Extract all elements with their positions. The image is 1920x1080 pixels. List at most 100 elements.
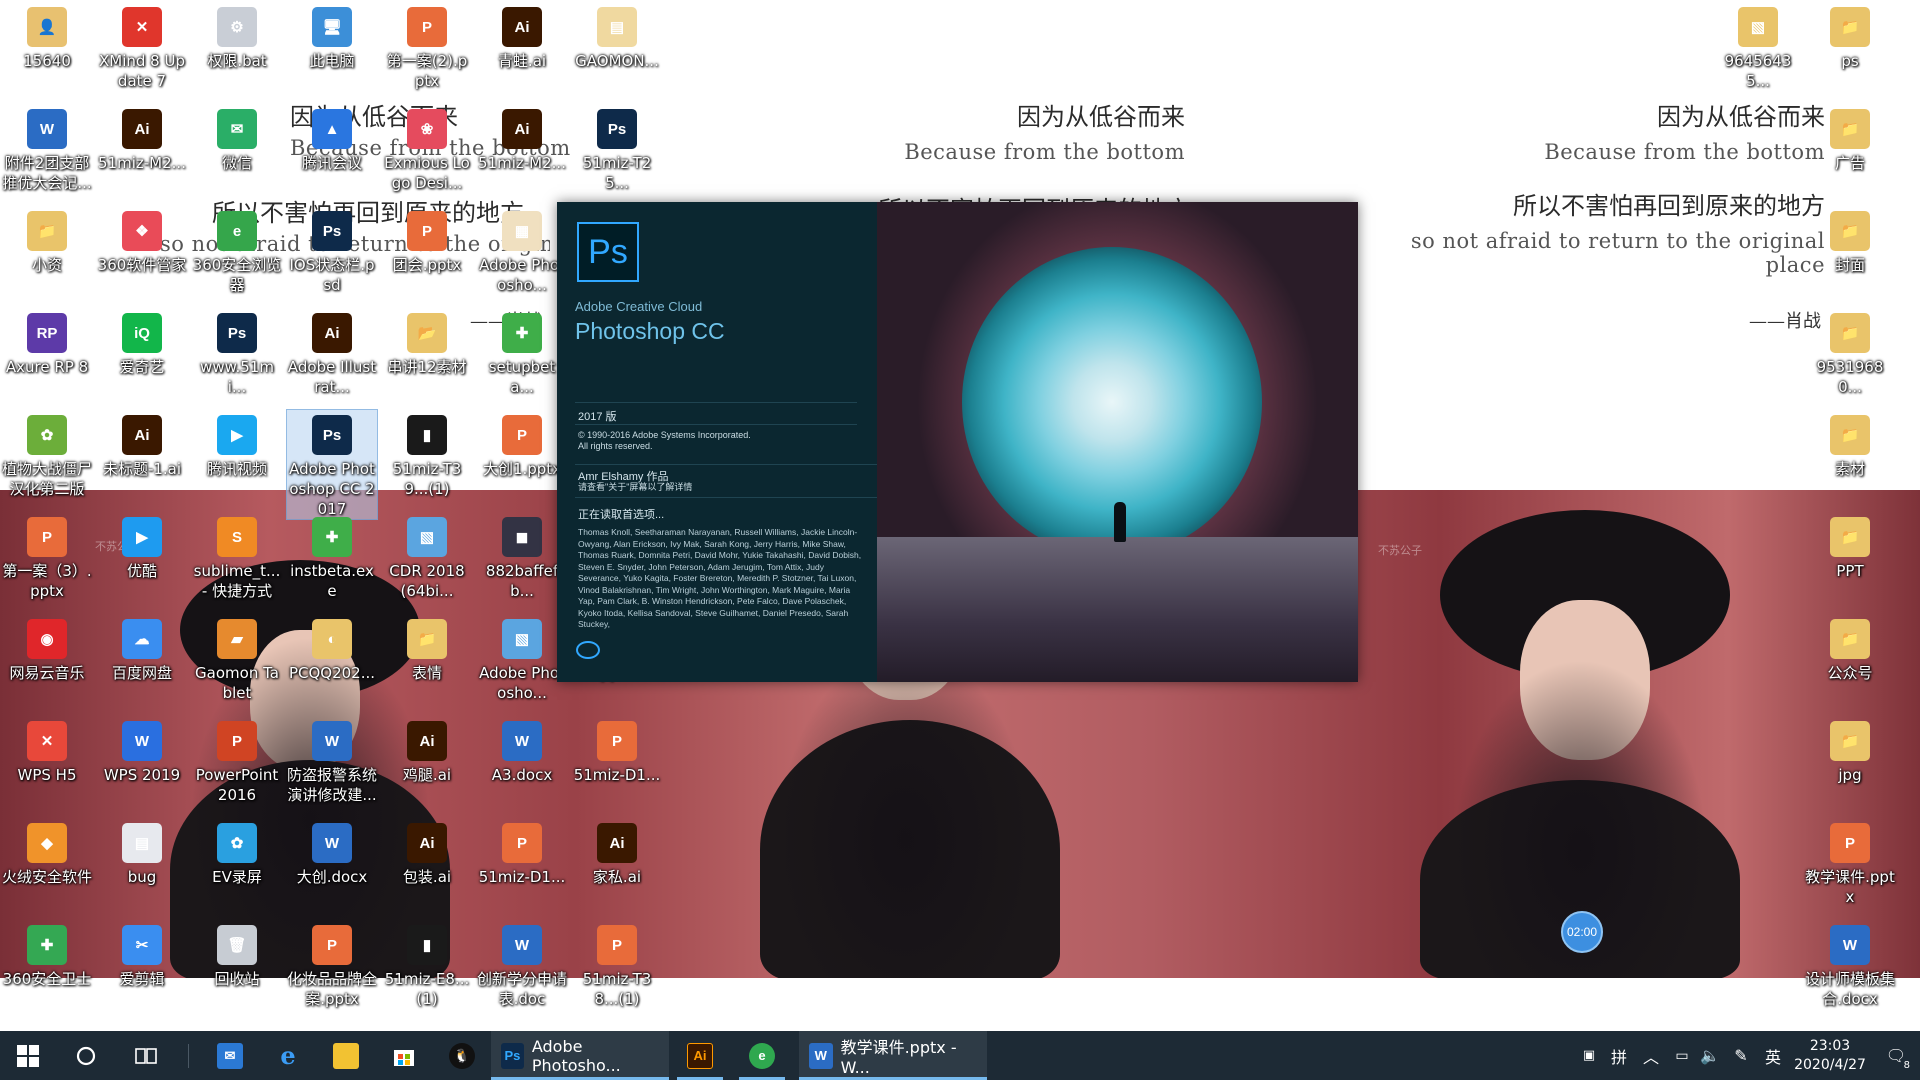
desktop-icon[interactable]: Ps Adobe Photoshop CC 2017: [286, 409, 378, 520]
desktop-icon[interactable]: ▰ Gaomon Tablet: [192, 614, 282, 703]
tray-volume[interactable]: 🔈: [1696, 1031, 1724, 1080]
desktop-icon[interactable]: 📁 广告: [1805, 104, 1895, 173]
tray-overflow-button[interactable]: ︿: [1634, 1031, 1668, 1080]
edge-app[interactable]: e: [259, 1031, 317, 1080]
desktop-icon[interactable]: e 360安全浏览器: [192, 206, 282, 295]
task-word[interactable]: W 教学课件.pptx - W...: [799, 1031, 987, 1080]
desktop-icon[interactable]: ◉ 网易云音乐: [2, 614, 92, 683]
desktop-icon-glyph: W: [27, 109, 67, 149]
desktop-icon[interactable]: ✚ instbeta.exe: [287, 512, 377, 601]
desktop-icon[interactable]: ✕ WPS H5: [2, 716, 92, 785]
desktop-icon[interactable]: 👤 15640: [2, 2, 92, 71]
desktop-icon[interactable]: P 教学课件.pptx: [1805, 818, 1895, 907]
desktop-icon[interactable]: Ps IOS状态栏.psd: [287, 206, 377, 295]
desktop-icon[interactable]: 📁 ps: [1805, 2, 1895, 71]
desktop-icon[interactable]: ▧ Adobe Photosho...: [477, 614, 567, 703]
search-button[interactable]: [56, 1031, 116, 1080]
desktop-icon[interactable]: 📁 95319680...: [1805, 308, 1895, 397]
desktop-icon[interactable]: W 附件2团支部推优大会记...: [2, 104, 92, 193]
desktop-icon[interactable]: ✿ 植物大战僵尸汉化第二版: [2, 410, 92, 499]
desktop-icon[interactable]: 📁 封面: [1805, 206, 1895, 275]
desktop-icon[interactable]: P 51miz-D1...: [572, 716, 662, 785]
desktop-icon[interactable]: ▧ 96456435...: [1713, 2, 1803, 91]
desktop-icon[interactable]: 📁 jpg: [1805, 716, 1895, 785]
desktop-icon[interactable]: ◆ 火绒安全软件: [2, 818, 92, 887]
desktop[interactable]: 不苏公子 不苏公子 因为从低谷而来 Because from the botto…: [0, 0, 1920, 1031]
desktop-icon[interactable]: Ai 青蛙.ai: [477, 2, 567, 71]
desktop-icon[interactable]: Ps 51miz-T25...: [572, 104, 662, 193]
task-view-button[interactable]: [116, 1031, 176, 1080]
mail-app[interactable]: ✉: [201, 1031, 259, 1080]
desktop-icon[interactable]: ✉ 微信: [192, 104, 282, 173]
desktop-icon[interactable]: W WPS 2019: [97, 716, 187, 785]
desktop-icon[interactable]: Ai 家私.ai: [572, 818, 662, 887]
desktop-icon[interactable]: Ai 51miz-M2...: [477, 104, 567, 173]
task-360-browser[interactable]: e: [731, 1031, 793, 1080]
desktop-icon[interactable]: W 防盗报警系统演讲修改建...: [287, 716, 377, 805]
desktop-icon[interactable]: 📁 小资: [2, 206, 92, 275]
desktop-icon[interactable]: Ai 未标题-1.ai: [97, 410, 187, 479]
desktop-icon[interactable]: W 设计师模板集合.docx: [1805, 920, 1895, 1009]
file-explorer-app[interactable]: [317, 1031, 375, 1080]
desktop-icon[interactable]: P 化妆品品牌全案.pptx: [287, 920, 377, 1009]
action-center-button[interactable]: 🗨 8: [1872, 1031, 1920, 1080]
desktop-icon[interactable]: W 大创.docx: [287, 818, 377, 887]
desktop-icon[interactable]: ✂ 爱剪辑: [97, 920, 187, 989]
desktop-icon[interactable]: Ai 51miz-M2...: [97, 104, 187, 173]
clock[interactable]: 23:03 2020/4/27: [1788, 1037, 1872, 1075]
desktop-icon[interactable]: ✕ XMind 8 Update 7: [97, 2, 187, 91]
desktop-icon[interactable]: W 创新学分申请表.doc: [477, 920, 567, 1009]
desktop-icon[interactable]: ▮ 51miz-T39...(1): [382, 410, 472, 499]
desktop-icon[interactable]: Ai 包装.ai: [382, 818, 472, 887]
desktop-icon[interactable]: ◐ PCQQ202...: [287, 614, 377, 683]
tray-pen[interactable]: ✎: [1724, 1031, 1758, 1080]
tray-ime-grid[interactable]: 拼: [1604, 1031, 1634, 1080]
desktop-icon[interactable]: RP Axure RP 8: [2, 308, 92, 377]
desktop-icon[interactable]: ❖ 360软件管家: [97, 206, 187, 275]
desktop-icon[interactable]: P 大创1.pptx: [477, 410, 567, 479]
desktop-icon[interactable]: 🗑 回收站: [192, 920, 282, 989]
desktop-icon[interactable]: ▦ Adobe Photosho...: [477, 206, 567, 295]
desktop-icon[interactable]: ▶ 腾讯视频: [192, 410, 282, 479]
desktop-icon[interactable]: 📁 公众号: [1805, 614, 1895, 683]
tray-battery[interactable]: ▭: [1668, 1031, 1696, 1080]
desktop-icon[interactable]: P 51miz-T38...(1): [572, 920, 662, 1009]
desktop-icon[interactable]: ▮ 51miz-E8...(1): [382, 920, 472, 1009]
desktop-icon[interactable]: ▲ 腾讯会议: [287, 104, 377, 173]
desktop-icon[interactable]: P 51miz-D1...: [477, 818, 567, 887]
desktop-icon[interactable]: Ssublime_t... - 快捷方式: [192, 512, 282, 601]
desktop-icon[interactable]: 📂 串讲12素材: [382, 308, 472, 377]
desktop-icon[interactable]: ✿ EV录屏: [192, 818, 282, 887]
start-button[interactable]: [0, 1031, 56, 1080]
desktop-icon[interactable]: P 第一案(2).pptx: [382, 2, 472, 91]
tray-language[interactable]: 英: [1758, 1031, 1788, 1080]
store-app[interactable]: [375, 1031, 433, 1080]
desktop-icon[interactable]: Ps www.51mi...: [192, 308, 282, 397]
desktop-icon[interactable]: ❀ Exmious Logo Desi...: [382, 104, 472, 193]
desktop-icon[interactable]: ✚ 360安全卫士: [2, 920, 92, 989]
desktop-icon[interactable]: Ai 鸡腿.ai: [382, 716, 472, 785]
desktop-icon[interactable]: iQ 爱奇艺: [97, 308, 187, 377]
recording-timer-bubble[interactable]: 02:00: [1561, 911, 1603, 953]
desktop-icon[interactable]: ⚙ 权限.bat: [192, 2, 282, 71]
desktop-icon[interactable]: ▶ 优酷: [97, 512, 187, 581]
desktop-icon[interactable]: ◼ 882baffefb...: [477, 512, 567, 601]
desktop-icon[interactable]: W A3.docx: [477, 716, 567, 785]
desktop-icon[interactable]: ▤ GAOMON...: [572, 2, 662, 71]
desktop-icon[interactable]: 📁 表情: [382, 614, 472, 683]
desktop-icon[interactable]: 📁 PPT: [1805, 512, 1895, 581]
tray-app-icon[interactable]: ▣: [1574, 1031, 1604, 1080]
desktop-icon[interactable]: ✚ setupbeta...: [477, 308, 567, 397]
desktop-icon[interactable]: P 第一案（3）.pptx: [2, 512, 92, 601]
desktop-icon[interactable]: 🖥 此电脑: [287, 2, 377, 71]
desktop-icon[interactable]: ▤ bug: [97, 818, 187, 887]
desktop-icon[interactable]: P PowerPoint 2016: [192, 716, 282, 805]
task-illustrator[interactable]: Ai: [669, 1031, 731, 1080]
desktop-icon[interactable]: 📁 素材: [1805, 410, 1895, 479]
desktop-icon[interactable]: Ai Adobe Illustrat...: [287, 308, 377, 397]
task-photoshop[interactable]: Ps Adobe Photosho...: [491, 1031, 669, 1080]
desktop-icon[interactable]: P 团会.pptx: [382, 206, 472, 275]
desktop-icon[interactable]: ☁ 百度网盘: [97, 614, 187, 683]
qq-app[interactable]: 🐧: [433, 1031, 491, 1080]
desktop-icon[interactable]: ▧ CDR 2018(64bi...: [382, 512, 472, 601]
